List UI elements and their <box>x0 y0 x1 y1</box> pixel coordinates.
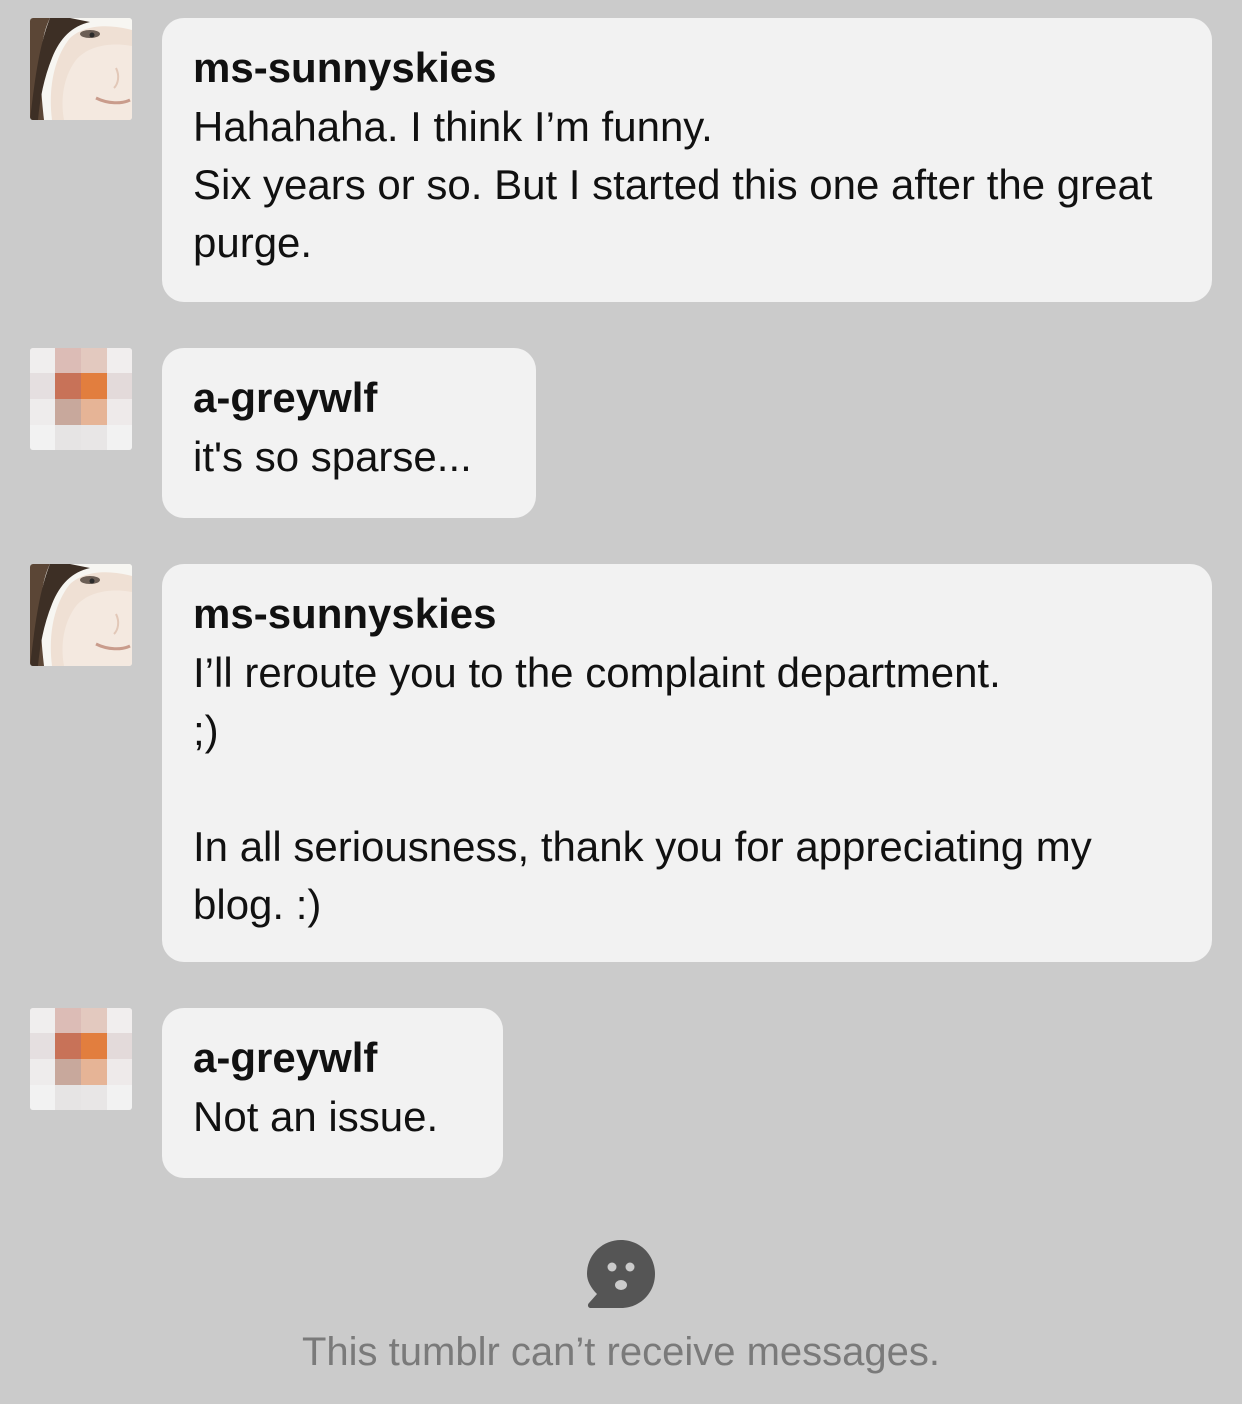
message-bubble: ms-sunnyskies Hahahaha. I think I’m funn… <box>162 18 1212 302</box>
avatar-a-greywlf[interactable] <box>30 1008 132 1110</box>
pixelated-avatar-icon <box>30 348 132 450</box>
sender-name[interactable]: a-greywlf <box>193 1032 473 1084</box>
sender-name[interactable]: a-greywlf <box>193 372 506 424</box>
sad-chat-bubble-icon <box>585 1238 657 1310</box>
face-photo-icon <box>30 18 132 120</box>
sender-name[interactable]: ms-sunnyskies <box>193 588 1182 640</box>
notice-text: This tumblr can’t receive messages. <box>301 1330 940 1374</box>
message-text: Hahahaha. I think I’m funny. Six years o… <box>193 103 1153 266</box>
message-text: it's so sparse... <box>193 433 472 480</box>
cannot-receive-notice: This tumblr can’t receive messages. <box>0 1238 1242 1377</box>
sender-name[interactable]: ms-sunnyskies <box>193 42 1182 94</box>
pixelated-avatar-icon <box>30 1008 132 1110</box>
avatar-ms-sunnyskies[interactable] <box>30 564 132 666</box>
message-bubble: a-greywlf Not an issue. <box>162 1008 503 1178</box>
face-photo-icon <box>30 564 132 666</box>
avatar-a-greywlf[interactable] <box>30 348 132 450</box>
message-thread: ms-sunnyskies Hahahaha. I think I’m funn… <box>0 0 1242 1404</box>
message-text: Not an issue. <box>193 1093 439 1140</box>
message-text: I’ll reroute you to the complaint depart… <box>193 649 1092 928</box>
avatar-ms-sunnyskies[interactable] <box>30 18 132 120</box>
message-bubble: ms-sunnyskies I’ll reroute you to the co… <box>162 564 1212 962</box>
message-bubble: a-greywlf it's so sparse... <box>162 348 536 518</box>
